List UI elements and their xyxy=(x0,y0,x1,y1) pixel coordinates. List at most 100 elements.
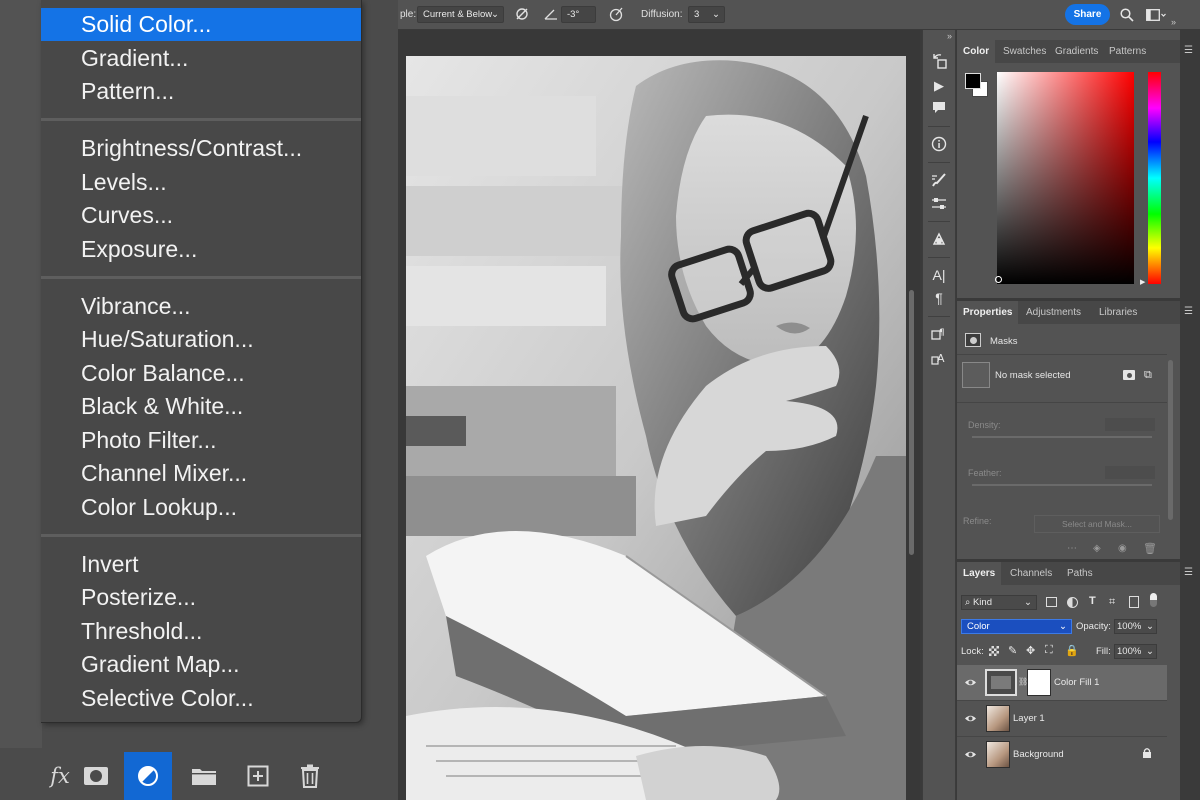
menu-item-black-white[interactable]: Black & White... xyxy=(41,390,361,423)
adjustment-layer-icon[interactable] xyxy=(124,752,172,800)
smart-object-filter-icon[interactable] xyxy=(1129,596,1139,608)
workspace-icon[interactable] xyxy=(1146,9,1166,21)
lock-position-icon[interactable]: ✥ xyxy=(1026,644,1035,657)
layer-mask-icon[interactable] xyxy=(72,752,120,800)
menu-item-gradient[interactable]: Gradient... xyxy=(41,42,361,75)
type-filter-icon[interactable]: T xyxy=(1089,595,1096,607)
layer-row-color-fill-1[interactable]: ⛓ Color Fill 1 xyxy=(957,665,1167,700)
lock-transparent-icon[interactable] xyxy=(989,646,999,656)
menu-item-color-lookup[interactable]: Color Lookup... xyxy=(41,491,361,524)
collapse-icon[interactable]: » xyxy=(947,31,952,41)
feather-input[interactable] xyxy=(1105,466,1155,479)
tab-swatches[interactable]: Swatches xyxy=(997,40,1052,63)
clone-source-icon[interactable] xyxy=(928,228,950,250)
paragraph-icon[interactable]: ¶ xyxy=(928,287,950,309)
menu-item-photo-filter[interactable]: Photo Filter... xyxy=(41,424,361,457)
apply-mask-icon[interactable]: ◈ xyxy=(1093,543,1101,554)
collapse-icon[interactable]: » xyxy=(1171,17,1176,27)
diffusion-dropdown[interactable]: 3 ⌄ xyxy=(688,6,725,23)
filter-toggle[interactable] xyxy=(1150,593,1157,607)
hue-slider[interactable] xyxy=(1148,72,1161,284)
eye-icon[interactable]: ◉ xyxy=(1118,543,1127,554)
foreground-color-swatch[interactable] xyxy=(965,73,981,89)
feather-slider[interactable] xyxy=(972,484,1152,486)
menu-item-exposure[interactable]: Exposure... xyxy=(41,233,361,266)
tab-libraries[interactable]: Libraries xyxy=(1093,301,1143,324)
panel-menu-icon[interactable]: ☰ xyxy=(1184,306,1193,317)
menu-item-curves[interactable]: Curves... xyxy=(41,199,361,232)
menu-item-invert[interactable]: Invert xyxy=(41,548,361,581)
info-icon[interactable] xyxy=(928,133,950,155)
tab-gradients[interactable]: Gradients xyxy=(1049,40,1104,63)
menu-item-brightness-contrast[interactable]: Brightness/Contrast... xyxy=(41,132,361,165)
pressure-icon[interactable] xyxy=(608,6,624,22)
paragraph-styles-icon[interactable]: ¶ xyxy=(928,323,950,345)
ignore-adjustment-layers-icon[interactable] xyxy=(515,7,529,21)
menu-item-posterize[interactable]: Posterize... xyxy=(41,581,361,614)
tab-color[interactable]: Color xyxy=(957,40,996,63)
fill-value: 100% xyxy=(1117,646,1142,657)
history-icon[interactable] xyxy=(928,50,950,72)
character-styles-icon[interactable]: A xyxy=(928,347,950,369)
document-image[interactable] xyxy=(406,56,906,800)
fill-input[interactable]: 100% ⌄ xyxy=(1114,644,1157,659)
layer-filter-dropdown[interactable]: ⌕ Kind ⌄ xyxy=(961,595,1037,610)
shape-filter-icon[interactable]: ⌗ xyxy=(1109,596,1115,609)
canvas-scrollbar[interactable] xyxy=(909,290,914,555)
tab-patterns[interactable]: Patterns xyxy=(1103,40,1152,63)
menu-item-levels[interactable]: Levels... xyxy=(41,166,361,199)
eye-icon[interactable] xyxy=(964,748,977,761)
chevron-down-icon: ⌄ xyxy=(1059,621,1067,632)
character-icon[interactable]: A| xyxy=(928,264,950,286)
menu-item-vibrance[interactable]: Vibrance... xyxy=(41,290,361,323)
density-slider[interactable] xyxy=(972,436,1152,438)
tab-layers[interactable]: Layers xyxy=(957,562,1002,585)
panel-menu-icon[interactable]: ☰ xyxy=(1184,45,1193,56)
adjustment-filter-icon[interactable] xyxy=(1067,597,1078,608)
pixel-mask-icon[interactable] xyxy=(1123,370,1135,380)
menu-item-solid-color[interactable]: Solid Color... xyxy=(41,8,361,41)
tab-paths[interactable]: Paths xyxy=(1061,562,1099,585)
eye-icon[interactable] xyxy=(964,712,977,725)
select-and-mask-button[interactable]: Select and Mask... xyxy=(1034,515,1160,533)
play-icon[interactable]: ▶ xyxy=(928,75,950,97)
color-picker-handle[interactable] xyxy=(995,276,1002,283)
adjustments-sliders-icon[interactable] xyxy=(928,193,950,215)
tab-adjustments[interactable]: Adjustments xyxy=(1020,301,1087,324)
load-selection-icon[interactable]: ⋯ xyxy=(1067,543,1077,554)
vector-mask-icon[interactable]: ⧉ xyxy=(1144,369,1152,382)
trash-icon[interactable] xyxy=(286,752,334,800)
layer-row-background[interactable]: Background xyxy=(957,737,1167,772)
brush-settings-icon[interactable] xyxy=(928,169,950,191)
tab-channels[interactable]: Channels xyxy=(1004,562,1058,585)
lock-all-icon[interactable]: 🔒 xyxy=(1065,644,1079,657)
menu-item-pattern[interactable]: Pattern... xyxy=(41,75,361,108)
opacity-input[interactable]: 100% ⌄ xyxy=(1114,619,1157,634)
pixel-filter-icon[interactable] xyxy=(1046,597,1057,607)
delete-mask-icon[interactable]: 🗑 xyxy=(1143,542,1157,555)
properties-scrollbar[interactable] xyxy=(1168,360,1173,520)
menu-item-gradient-map[interactable]: Gradient Map... xyxy=(41,648,361,681)
new-layer-icon[interactable] xyxy=(234,752,282,800)
menu-item-selective-color[interactable]: Selective Color... xyxy=(41,682,361,715)
menu-item-color-balance[interactable]: Color Balance... xyxy=(41,357,361,390)
menu-item-hue-saturation[interactable]: Hue/Saturation... xyxy=(41,323,361,356)
density-input[interactable] xyxy=(1105,418,1155,431)
color-field[interactable] xyxy=(997,72,1134,284)
hue-slider-handle[interactable]: ▶ xyxy=(1140,278,1145,286)
blend-mode-dropdown[interactable]: Color ⌄ xyxy=(961,619,1072,634)
panel-menu-icon[interactable]: ☰ xyxy=(1184,567,1193,578)
share-button[interactable]: Share xyxy=(1065,4,1110,25)
search-icon[interactable] xyxy=(1120,8,1134,22)
comment-icon[interactable] xyxy=(928,97,950,119)
folder-icon[interactable] xyxy=(180,752,228,800)
lock-artboard-icon[interactable]: ⛶ xyxy=(1045,644,1053,657)
menu-item-channel-mixer[interactable]: Channel Mixer... xyxy=(41,457,361,490)
menu-item-threshold[interactable]: Threshold... xyxy=(41,615,361,648)
tab-properties[interactable]: Properties xyxy=(957,301,1019,324)
eye-icon[interactable] xyxy=(964,676,977,689)
sample-dropdown[interactable]: Current & Below ⌄ xyxy=(417,6,504,23)
angle-input[interactable]: -3° xyxy=(561,6,596,23)
lock-image-icon[interactable]: ✎ xyxy=(1008,644,1017,657)
layer-row-layer-1[interactable]: Layer 1 xyxy=(957,701,1167,736)
